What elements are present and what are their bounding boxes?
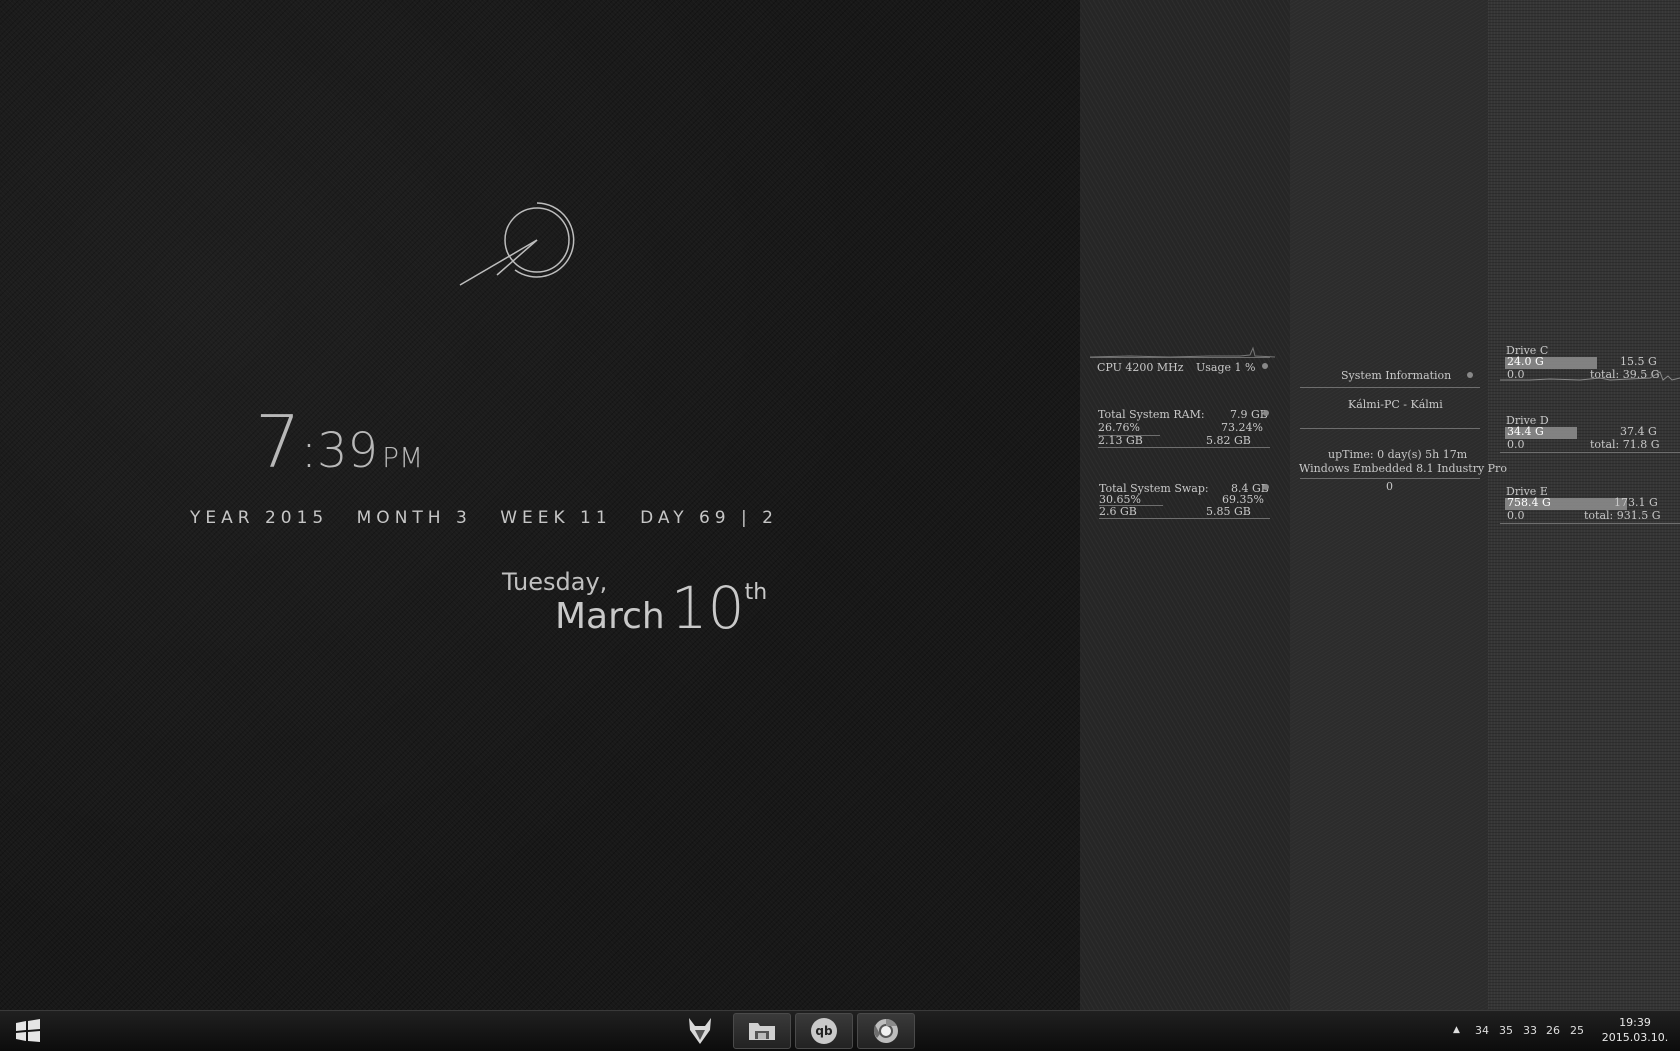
calendar-year: YEAR 2015: [190, 508, 329, 528]
cpu-dot: [1262, 363, 1268, 369]
sysinfo-dot: [1467, 372, 1473, 378]
sysinfo-extra: 0: [1386, 480, 1393, 493]
qbittorrent-icon: qb: [811, 1018, 837, 1044]
sysinfo-host: Kálmi-PC - Kálmi: [1348, 398, 1443, 411]
clock-hour: 7: [255, 400, 301, 484]
swap-used: 2.6 GB: [1099, 505, 1137, 518]
sysinfo-os: Windows Embedded 8.1 Industry Pro: [1299, 462, 1507, 475]
drive-e: Drive E 758.4 G 173.1 G 0.0 total: 931.5…: [1500, 483, 1680, 528]
calendar-line: YEAR 2015 MONTH 3 WEEK 11 DAY 69 | 2: [190, 508, 796, 528]
cpu-graph: [1090, 346, 1275, 358]
ram-pct-free: 73.24%: [1221, 421, 1263, 434]
drive-e-total: total: 931.5 G: [1584, 509, 1661, 522]
cpu-widget: CPU 4200 MHz Usage 1 % Total System RAM:…: [1090, 340, 1275, 520]
ram-dot: [1263, 410, 1269, 416]
ram-pct-used: 26.76%: [1098, 421, 1140, 434]
tray-temp-5[interactable]: 25: [1570, 1024, 1584, 1037]
tray-temp-1[interactable]: 34: [1475, 1024, 1489, 1037]
clock-minutes: :39: [300, 423, 379, 479]
drive-e-zero: 0.0: [1507, 509, 1525, 522]
drive-d: Drive D 34.4 G 37.4 G 0.0 total: 71.8 G: [1500, 412, 1680, 457]
qbittorrent-button[interactable]: qb: [795, 1013, 853, 1049]
drive-e-free: 173.1 G: [1614, 496, 1658, 509]
file-explorer-icon: [749, 1023, 775, 1040]
swap-dot: [1263, 484, 1269, 490]
chrome-button[interactable]: [857, 1013, 915, 1049]
date-month: March: [555, 596, 665, 637]
sysinfo-rule-1: [1300, 387, 1480, 388]
sysinfo-widget: System Information Kálmi-PC - Kálmi upTi…: [1298, 365, 1507, 500]
tray-overflow-arrow[interactable]: ▲: [1453, 1025, 1460, 1035]
drive-d-zero: 0.0: [1507, 438, 1525, 451]
digital-clock: 7:39 PM: [255, 400, 423, 484]
date-monthline: March 10th: [555, 574, 767, 642]
cpu-usage: Usage 1 %: [1196, 361, 1256, 374]
analog-clock-icon: [459, 202, 575, 286]
clock-ampm: PM: [382, 441, 424, 474]
drive-d-used: 34.4 G: [1507, 425, 1544, 438]
swap-rule-bottom: [1099, 518, 1270, 519]
cpu-freq: CPU 4200 MHz: [1097, 361, 1184, 374]
tray-temp-3[interactable]: 33: [1523, 1024, 1537, 1037]
calendar-day: DAY 69 | 2: [640, 508, 778, 528]
chrome-icon: [873, 1018, 898, 1043]
taskbar-date: 2015.03.10.: [1601, 1031, 1669, 1044]
drive-c-graph: [1500, 371, 1680, 381]
sysinfo-rule-2: [1300, 428, 1480, 429]
sysinfo-rule-3: [1300, 478, 1480, 479]
fox-app-button[interactable]: [680, 1013, 720, 1049]
ram-total: 7.9 GB: [1230, 408, 1268, 421]
ram-used: 2.13 GB: [1098, 434, 1143, 447]
sysinfo-title: System Information: [1341, 369, 1452, 382]
date-suffix: th: [744, 580, 768, 605]
drive-d-free: 37.4 G: [1620, 425, 1657, 438]
drive-d-rule: [1500, 452, 1680, 453]
swap-free: 5.85 GB: [1206, 505, 1251, 518]
drive-d-total: total: 71.8 G: [1590, 438, 1660, 451]
start-icon[interactable]: [10, 1017, 46, 1045]
tray-temp-2[interactable]: 35: [1499, 1024, 1513, 1037]
drive-e-used: 758.4 G: [1507, 496, 1551, 509]
fox-icon: [689, 1018, 711, 1044]
ram-free: 5.82 GB: [1206, 434, 1251, 447]
file-explorer-button[interactable]: [733, 1013, 791, 1049]
taskbar-clock[interactable]: 19:39 2015.03.10.: [1596, 1015, 1674, 1045]
cpu-rule: [1090, 357, 1270, 358]
taskbar: qb: [0, 1010, 1680, 1051]
ram-label: Total System RAM:: [1098, 408, 1205, 421]
drive-e-rule: [1500, 523, 1680, 524]
drive-c: Drive C 24.0 G 15.5 G 0.0 total: 39.5 G: [1500, 342, 1680, 387]
drives-widget: Drive C 24.0 G 15.5 G 0.0 total: 39.5 G …: [1500, 342, 1680, 532]
calendar-month: MONTH 3: [356, 508, 472, 528]
taskbar-time: 19:39: [1619, 1016, 1651, 1029]
tray-temp-4[interactable]: 26: [1546, 1024, 1560, 1037]
wallpaper-main: [0, 0, 1080, 1010]
qbittorrent-label: qb: [815, 1024, 833, 1038]
sysinfo-uptime: upTime: 0 day(s) 5h 17m: [1328, 448, 1468, 461]
date-day: 10: [670, 574, 745, 642]
wallpaper-panel-sysinfo: [1290, 0, 1488, 1010]
ram-rule-bottom: [1098, 447, 1270, 448]
calendar-week: WEEK 11: [500, 508, 612, 528]
